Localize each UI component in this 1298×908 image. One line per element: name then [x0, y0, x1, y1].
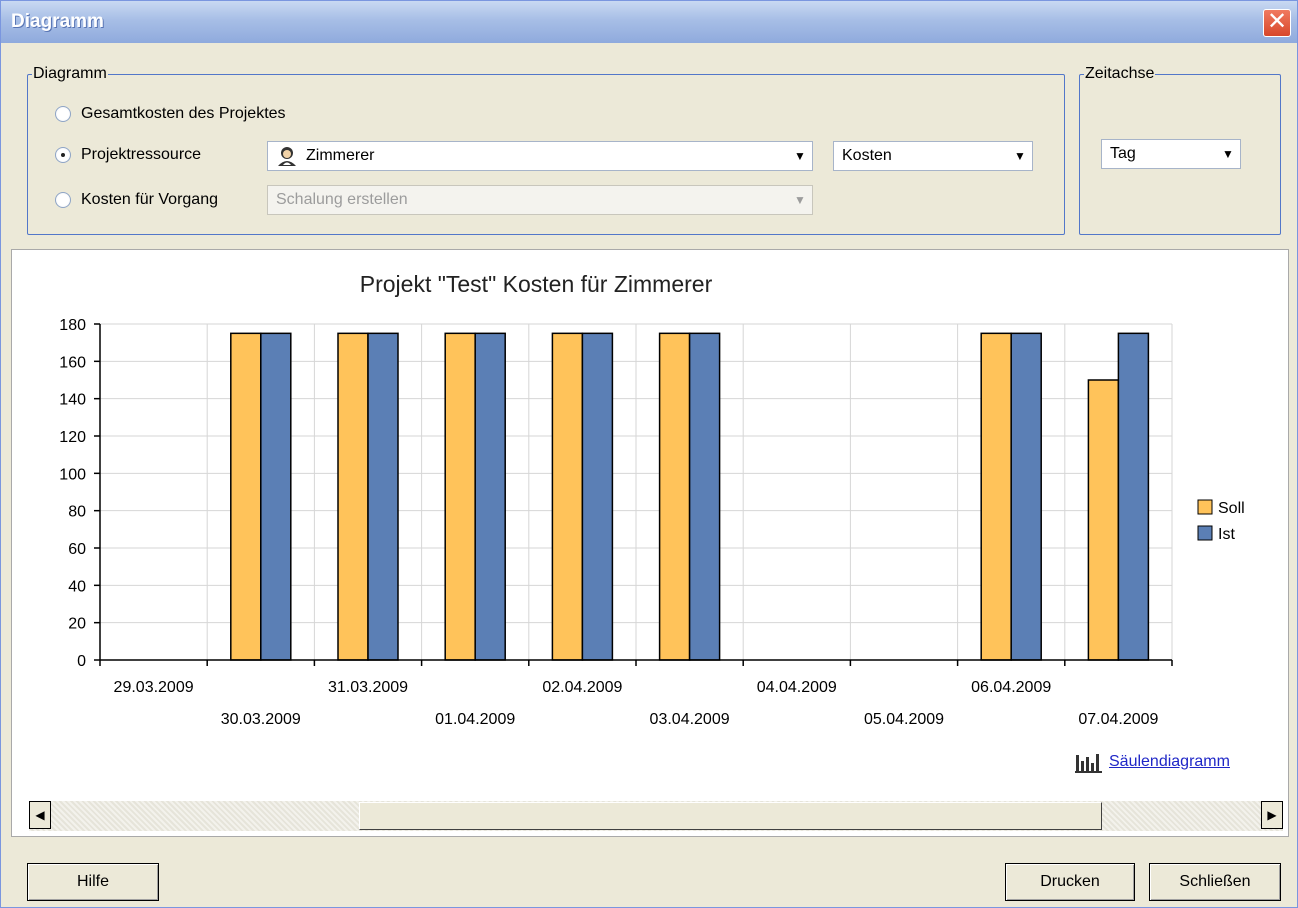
- y-tick-label: 140: [59, 392, 86, 409]
- help-button[interactable]: Hilfe: [27, 863, 159, 901]
- bar-soll: [337, 332, 369, 661]
- close-button[interactable]: Schließen: [1149, 863, 1281, 901]
- radio-label: Gesamtkosten des Projektes: [81, 105, 286, 122]
- cost-bar-chart: Projekt "Test" Kosten für Zimmerer 0 20 40 6…: [59, 271, 1245, 728]
- title-bar[interactable]: Diagramm ✕: [1, 1, 1297, 43]
- bar-ist: [1117, 332, 1150, 661]
- person-icon: [278, 147, 296, 166]
- x-tick-label: 05.04.2009: [864, 711, 944, 728]
- bar-ist: [1010, 332, 1042, 661]
- y-tick-label: 20: [68, 616, 86, 633]
- radio-button[interactable]: [55, 106, 71, 122]
- x-tick-label: 02.04.2009: [542, 679, 622, 696]
- legend-label-ist: Ist: [1218, 526, 1235, 543]
- y-tick-label: 160: [59, 354, 86, 371]
- bar-soll: [658, 332, 691, 661]
- x-tick-label: 04.04.2009: [757, 679, 837, 696]
- bar-ist: [367, 332, 399, 661]
- diagram-dialog: Diagramm ✕ Diagramm Gesamtkosten des Pro…: [0, 0, 1298, 908]
- radio-total-costs[interactable]: Gesamtkosten des Projektes: [55, 105, 286, 123]
- radio-button-selected[interactable]: [55, 147, 71, 163]
- column-chart-icon[interactable]: [1075, 753, 1103, 773]
- legend-swatch-ist: [1197, 525, 1213, 541]
- bar-soll: [230, 332, 262, 661]
- bar-soll: [551, 332, 584, 661]
- scrollbar-thumb[interactable]: [359, 802, 1102, 830]
- metric-select[interactable]: Kosten ▼: [833, 141, 1033, 171]
- y-tick-label: 40: [68, 578, 86, 595]
- y-tick-label: 0: [77, 653, 86, 670]
- task-select-value: Schalung erstellen: [276, 191, 408, 208]
- radio-button[interactable]: [55, 192, 71, 208]
- bar-soll: [1087, 379, 1120, 661]
- resource-select-value: Zimmerer: [306, 147, 375, 164]
- bar-ist: [688, 332, 721, 661]
- window-title: Diagramm: [11, 11, 104, 32]
- diagram-group-legend: Diagramm: [33, 65, 107, 82]
- radio-label: Projektressource: [81, 146, 202, 163]
- resource-select[interactable]: Zimmerer ▼: [267, 141, 813, 171]
- x-tick-label: 31.03.2009: [328, 679, 408, 696]
- x-tick-label: 29.03.2009: [114, 679, 194, 696]
- close-window-button[interactable]: ✕: [1263, 9, 1291, 37]
- scroll-right-button[interactable]: ▶: [1261, 801, 1283, 829]
- horizontal-scrollbar[interactable]: ◀ ▶: [29, 801, 1283, 831]
- chevron-down-icon[interactable]: ▼: [1008, 142, 1032, 170]
- chevron-down-icon[interactable]: ▼: [788, 142, 812, 170]
- y-tick-label: 120: [59, 429, 86, 446]
- scroll-left-button[interactable]: ◀: [29, 801, 51, 829]
- x-tick-label: 30.03.2009: [221, 711, 301, 728]
- y-tick-label: 100: [59, 466, 86, 483]
- y-tick-label: 80: [68, 504, 86, 521]
- chevron-down-icon[interactable]: ▼: [1216, 140, 1240, 168]
- time-unit-select[interactable]: Tag ▼: [1101, 139, 1241, 169]
- metric-select-value: Kosten: [842, 147, 892, 164]
- x-tick-label: 01.04.2009: [435, 711, 515, 728]
- y-tick-label: 60: [68, 541, 86, 558]
- x-tick-label: 06.04.2009: [971, 679, 1051, 696]
- task-select: Schalung erstellen ▼: [267, 185, 813, 215]
- y-tick-label: 180: [59, 317, 86, 334]
- print-button[interactable]: Drucken: [1005, 863, 1135, 901]
- bar-ist: [581, 332, 614, 661]
- x-tick-label: 03.04.2009: [650, 711, 730, 728]
- chart-panel: Projekt "Test" Kosten für Zimmerer 0 20 40 6…: [11, 249, 1289, 837]
- time-unit-value: Tag: [1110, 145, 1136, 162]
- bar-soll: [980, 332, 1012, 661]
- time-axis-legend: Zeitachse: [1085, 65, 1155, 82]
- bar-ist: [474, 332, 506, 661]
- radio-label: Kosten für Vorgang: [81, 191, 218, 208]
- bar-soll: [444, 332, 476, 661]
- chart-title: Projekt "Test" Kosten für Zimmerer: [360, 271, 713, 297]
- legend-swatch-soll: [1197, 499, 1213, 515]
- radio-project-resource[interactable]: Projektressource: [55, 146, 201, 164]
- chevron-down-icon: ▼: [794, 193, 806, 207]
- x-tick-label: 07.04.2009: [1078, 711, 1158, 728]
- chart-type-link[interactable]: Säulendiagramm: [1109, 753, 1230, 771]
- legend-label-soll: Soll: [1218, 500, 1245, 517]
- radio-task-costs[interactable]: Kosten für Vorgang: [55, 191, 218, 209]
- bar-ist: [260, 332, 292, 661]
